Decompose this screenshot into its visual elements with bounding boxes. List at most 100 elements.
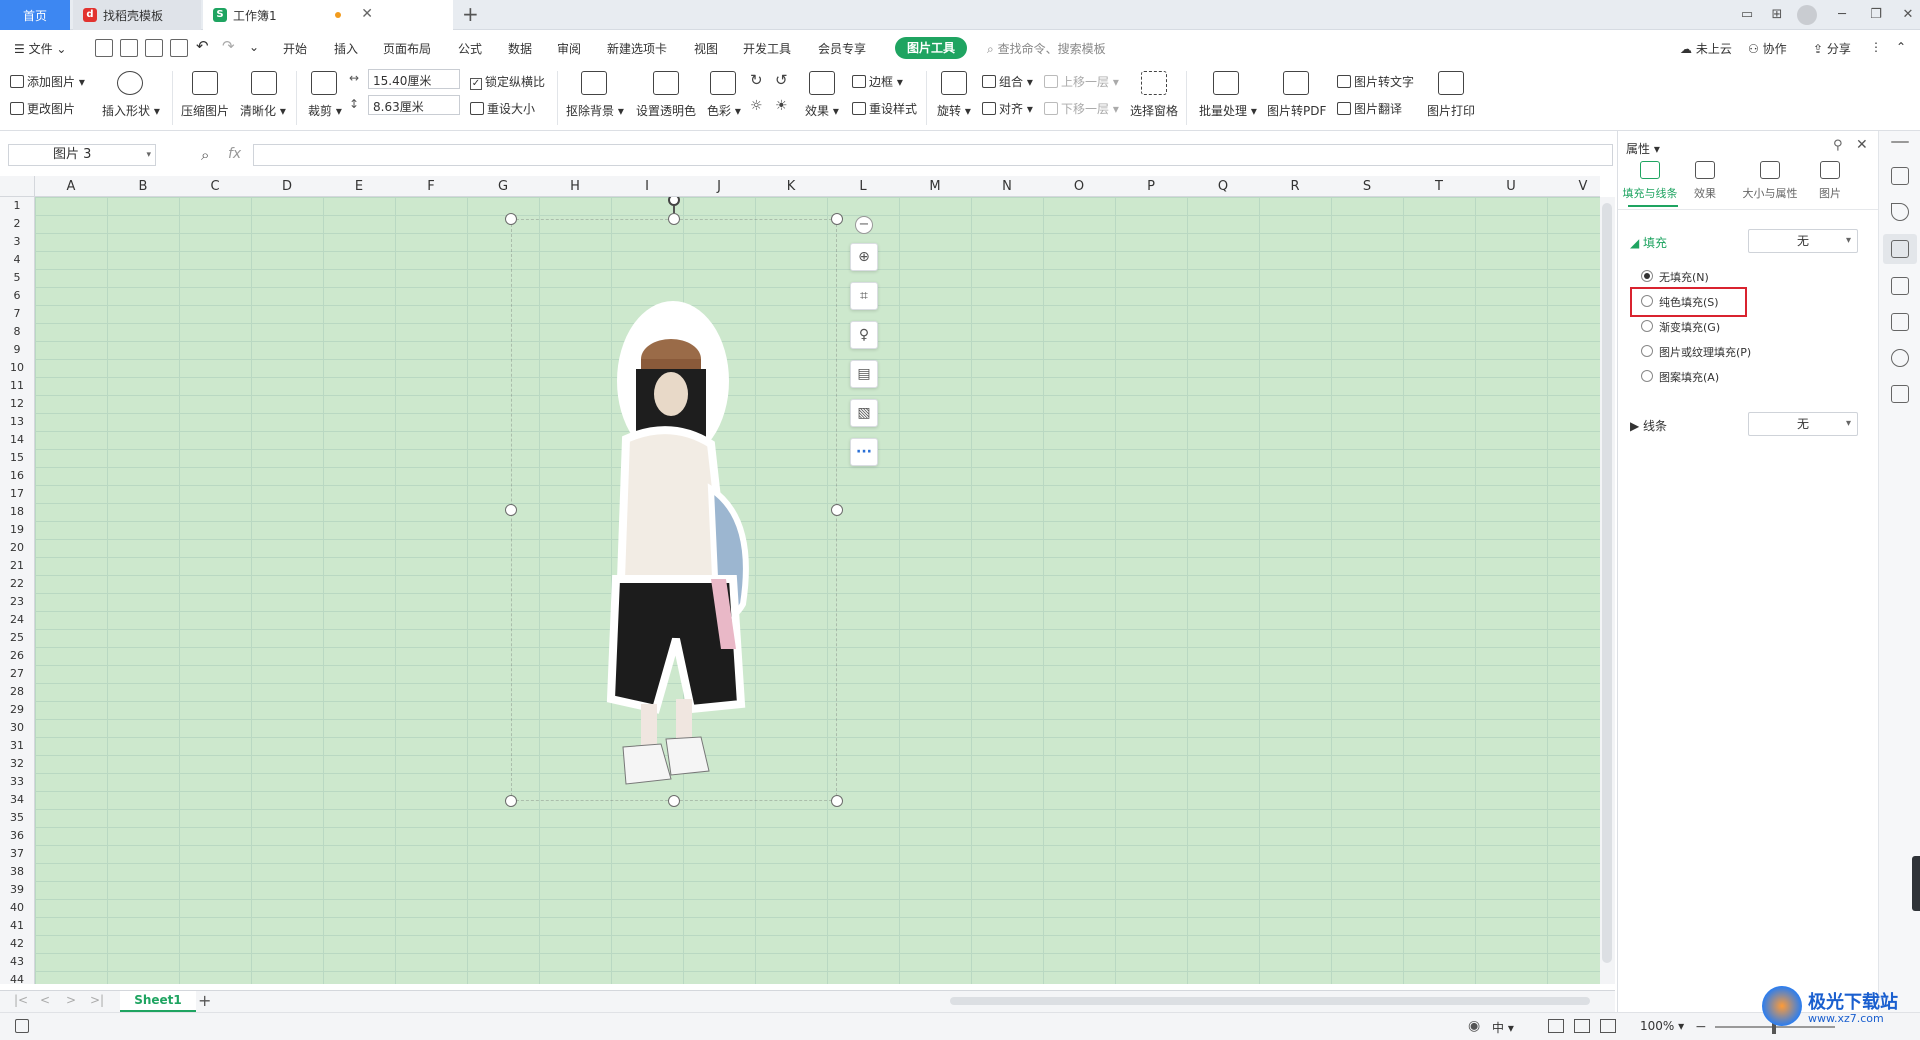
zoom-out-icon[interactable]: −: [1695, 1019, 1707, 1035]
strip-menu-icon[interactable]: [1891, 141, 1909, 143]
set-transparent-button[interactable]: 设置透明色: [636, 102, 696, 119]
zoom-level[interactable]: 100% ▾: [1640, 1019, 1684, 1033]
column-header-u[interactable]: U: [1475, 179, 1547, 194]
row-header-40[interactable]: 40: [0, 901, 34, 914]
row-header-5[interactable]: 5: [0, 271, 34, 284]
tab-size-properties[interactable]: 大小与属性: [1740, 161, 1800, 201]
picture-to-text-icon[interactable]: ▤: [850, 360, 878, 388]
rotate-button[interactable]: 旋转 ▾: [937, 102, 971, 119]
row-header-3[interactable]: 3: [0, 235, 34, 248]
more-options-icon[interactable]: ···: [850, 438, 878, 466]
row-header-11[interactable]: 11: [0, 379, 34, 392]
column-header-l[interactable]: L: [827, 179, 899, 194]
column-header-r[interactable]: R: [1259, 179, 1331, 194]
close-window-icon[interactable]: ✕: [1898, 5, 1918, 25]
command-search[interactable]: ⌕ 查找命令、搜索模板: [987, 40, 1106, 57]
rotate-right-icon[interactable]: ↺: [775, 71, 788, 89]
effects-button[interactable]: 效果 ▾: [805, 102, 839, 119]
column-header-c[interactable]: C: [179, 179, 251, 194]
line-section-header[interactable]: ▶ 线条: [1630, 417, 1667, 434]
row-header-41[interactable]: 41: [0, 919, 34, 932]
row-header-38[interactable]: 38: [0, 865, 34, 878]
tab-fill-line[interactable]: 填充与线条: [1620, 161, 1680, 201]
column-header-o[interactable]: O: [1043, 179, 1115, 194]
menu-insert[interactable]: 插入: [334, 40, 358, 57]
menu-picture-tools[interactable]: 图片工具: [895, 37, 968, 59]
zoom-in-icon[interactable]: ⊕: [850, 243, 878, 271]
column-header-e[interactable]: E: [323, 179, 395, 194]
send-backward-button[interactable]: 下移一层 ▾: [1044, 100, 1119, 117]
label-solid-fill[interactable]: 纯色填充(S): [1659, 294, 1719, 310]
selection-pane-button[interactable]: 选择窗格: [1130, 102, 1178, 119]
picture-print-button[interactable]: 图片打印: [1427, 102, 1475, 119]
row-header-20[interactable]: 20: [0, 541, 34, 554]
row-header-37[interactable]: 37: [0, 847, 34, 860]
row-header-24[interactable]: 24: [0, 613, 34, 626]
radio-picture-texture-fill[interactable]: [1641, 345, 1653, 357]
prev-sheet-icon[interactable]: <: [40, 993, 50, 1007]
label-no-fill[interactable]: 无填充(N): [1659, 269, 1709, 285]
vertical-scrollbar[interactable]: [1600, 197, 1615, 984]
fx-icon[interactable]: fx: [228, 146, 241, 162]
column-header-f[interactable]: F: [395, 179, 467, 194]
image-edit-icon[interactable]: [1891, 313, 1909, 331]
row-header-21[interactable]: 21: [0, 559, 34, 572]
book-icon[interactable]: [1891, 385, 1909, 403]
panel-title[interactable]: 属性 ▾: [1626, 140, 1660, 157]
next-sheet-icon[interactable]: >: [66, 993, 76, 1007]
last-sheet-icon[interactable]: >|: [90, 993, 104, 1007]
row-header-12[interactable]: 12: [0, 397, 34, 410]
menu-page-layout[interactable]: 页面布局: [383, 40, 431, 57]
add-sheet-button[interactable]: +: [198, 991, 211, 1010]
resize-handle-s[interactable]: [668, 795, 680, 807]
macro-icon[interactable]: [15, 1019, 29, 1033]
color-button[interactable]: 色彩 ▾: [707, 102, 741, 119]
pin-icon[interactable]: ⚲: [1833, 138, 1843, 153]
row-header-22[interactable]: 22: [0, 577, 34, 590]
sheet-tab-sheet1[interactable]: Sheet1: [120, 991, 196, 1012]
layers-icon[interactable]: [1891, 277, 1909, 295]
resize-handle-e[interactable]: [831, 504, 843, 516]
file-menu[interactable]: ☰ 文件 ⌄: [14, 40, 66, 57]
first-sheet-icon[interactable]: |<: [14, 993, 28, 1007]
column-header-q[interactable]: Q: [1187, 179, 1259, 194]
menu-data[interactable]: 数据: [508, 40, 532, 57]
print-icon[interactable]: [145, 39, 163, 57]
row-header-35[interactable]: 35: [0, 811, 34, 824]
cell-grid[interactable]: − ⊕ ⌗ ♀ ▤ ▧ ···: [35, 197, 1600, 984]
fill-dropdown[interactable]: 无: [1748, 229, 1858, 253]
align-button[interactable]: 对齐 ▾: [982, 100, 1033, 117]
crop-button[interactable]: 裁剪 ▾: [308, 102, 342, 119]
menu-developer[interactable]: 开发工具: [743, 40, 791, 57]
line-dropdown[interactable]: 无: [1748, 412, 1858, 436]
row-header-14[interactable]: 14: [0, 433, 34, 446]
label-gradient-fill[interactable]: 渐变填充(G): [1659, 319, 1720, 335]
add-picture-button[interactable]: 添加图片 ▾: [10, 73, 85, 90]
row-header-6[interactable]: 6: [0, 289, 34, 302]
row-header-16[interactable]: 16: [0, 469, 34, 482]
resize-handle-w[interactable]: [505, 504, 517, 516]
menu-new-tab[interactable]: 新建选项卡: [607, 40, 667, 57]
radio-solid-fill[interactable]: [1641, 295, 1653, 307]
reset-size-button[interactable]: 重设大小: [470, 100, 535, 117]
radio-gradient-fill[interactable]: [1641, 320, 1653, 332]
cloud-status[interactable]: ☁ 未上云: [1680, 40, 1732, 57]
select-all-corner[interactable]: [0, 176, 35, 197]
close-tab-icon[interactable]: ✕: [361, 6, 373, 22]
batch-button[interactable]: 批量处理 ▾: [1199, 102, 1257, 119]
row-header-29[interactable]: 29: [0, 703, 34, 716]
undo-icon[interactable]: ↶: [196, 37, 209, 55]
restore-icon[interactable]: ❐: [1866, 5, 1886, 25]
row-header-13[interactable]: 13: [0, 415, 34, 428]
redo-icon[interactable]: ↷: [222, 37, 235, 55]
row-header-28[interactable]: 28: [0, 685, 34, 698]
crop-float-icon[interactable]: ⌗: [850, 282, 878, 310]
eye-protection-icon[interactable]: ◉: [1468, 1018, 1480, 1034]
row-header-36[interactable]: 36: [0, 829, 34, 842]
collapse-ribbon-icon[interactable]: ⌃: [1896, 40, 1906, 54]
column-header-g[interactable]: G: [467, 179, 539, 194]
minimize-icon[interactable]: ─: [1832, 5, 1852, 25]
width-input[interactable]: 15.40厘米: [368, 69, 460, 89]
tab-effects[interactable]: 效果: [1675, 161, 1735, 201]
column-header-a[interactable]: A: [35, 179, 107, 194]
